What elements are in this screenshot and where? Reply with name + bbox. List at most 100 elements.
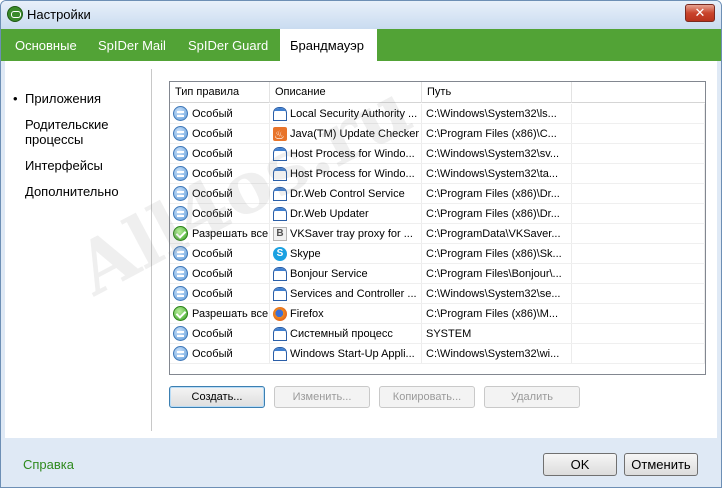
settings-window: Настройки ✕ Основные SpIDer Mail SpIDer …	[0, 0, 722, 488]
nav-item-advanced[interactable]: Дополнительно	[13, 184, 153, 199]
table-row[interactable]: custom-rule-icon Особый Windows Start-Up A…	[170, 344, 705, 364]
nav-item-parent-processes[interactable]: Родительские процессы	[13, 117, 123, 147]
custom-rule-icon: custom-rule-icon	[173, 286, 188, 301]
path-cell: C:\Windows\System32\se...	[422, 284, 572, 304]
path-cell: SYSTEM	[422, 324, 572, 344]
table-row[interactable]: custom-rule-icon Особый Services and Contr…	[170, 284, 705, 304]
tab-spider-mail[interactable]: SpIDer Mail	[92, 29, 172, 61]
description-cell: Java(TM) Update Checker	[270, 124, 422, 144]
column-header-rule-type[interactable]: Тип правила	[170, 82, 270, 103]
custom-rule-icon: custom-rule-icon	[173, 346, 188, 361]
rule-type-cell: custom-rule-icon Особый	[170, 344, 270, 364]
tab-spider-guard[interactable]: SpIDer Guard	[182, 29, 274, 61]
row-divider	[170, 363, 705, 364]
help-link[interactable]: Справка	[23, 457, 74, 472]
spacer-cell	[572, 324, 705, 344]
path-cell: C:\Program Files (x86)\M...	[422, 304, 572, 324]
spacer-cell	[572, 244, 705, 264]
table-row[interactable]: custom-rule-icon Особый Bonjour Service C:\…	[170, 264, 705, 284]
cancel-button[interactable]: Отменить	[624, 453, 698, 476]
path-cell: C:\ProgramData\VKSaver...	[422, 224, 572, 244]
window-icon	[273, 147, 287, 161]
tab-firewall[interactable]: Брандмауэр	[280, 29, 377, 61]
description-label: Dr.Web Updater	[290, 208, 369, 220]
title-bar[interactable]: Настройки ✕	[1, 1, 721, 29]
rule-type-label: Особый	[192, 168, 233, 180]
tab-bar: Основные SpIDer Mail SpIDer Guard Брандм…	[1, 29, 721, 61]
description-cell: Bonjour Service	[270, 264, 422, 284]
custom-rule-icon: custom-rule-icon	[173, 326, 188, 341]
path-cell: C:\Program Files (x86)\Dr...	[422, 184, 572, 204]
ok-button[interactable]: OK	[543, 453, 617, 476]
rule-type-cell: custom-rule-icon Особый	[170, 204, 270, 224]
spacer-cell	[572, 184, 705, 204]
custom-rule-icon: custom-rule-icon	[173, 266, 188, 281]
window-icon	[273, 107, 287, 121]
spacer-cell	[572, 344, 705, 364]
window-icon	[273, 347, 287, 361]
edit-button[interactable]: Изменить...	[274, 386, 370, 408]
rule-type-label: Разрешать все	[192, 228, 269, 240]
rule-type-label: Особый	[192, 148, 233, 160]
tab-general[interactable]: Основные	[9, 29, 83, 61]
close-button[interactable]: ✕	[685, 4, 715, 22]
column-header-path[interactable]: Путь	[422, 82, 572, 103]
rule-type-cell: allow-rule-icon Разрешать все	[170, 304, 270, 324]
nav-divider	[151, 69, 152, 431]
description-label: Host Process for Windo...	[290, 168, 415, 180]
description-cell: B VKSaver tray proxy for ...	[270, 224, 422, 244]
firefox-icon	[273, 307, 287, 321]
table-row[interactable]: allow-rule-iconРазрешать всеBVKSaver tra…	[170, 224, 705, 244]
window-title: Настройки	[27, 7, 91, 22]
description-cell: S Skype	[270, 244, 422, 264]
spacer-cell	[572, 304, 705, 324]
rule-type-label: Особый	[192, 348, 233, 360]
copy-button[interactable]: Копировать...	[379, 386, 475, 408]
custom-rule-icon: custom-rule-icon	[173, 106, 188, 121]
description-cell: Local Security Authority ...	[270, 104, 422, 124]
delete-button[interactable]: Удалить	[484, 386, 580, 408]
description-label: Skype	[290, 248, 321, 260]
nav-item-interfaces[interactable]: Интерфейсы	[13, 158, 153, 173]
description-cell: Dr.Web Control Service	[270, 184, 422, 204]
description-label: Local Security Authority ...	[290, 108, 418, 120]
rule-type-cell: custom-rule-icon Особый	[170, 164, 270, 184]
rule-type-cell: custom-rule-icon Особый	[170, 284, 270, 304]
table-row[interactable]: custom-rule-icon Особый Host Process for W…	[170, 144, 705, 164]
table-row[interactable]: custom-rule-icon Особый Dr.Web Updater C:\P…	[170, 204, 705, 224]
rule-type-label: Особый	[192, 268, 233, 280]
spacer-cell	[572, 224, 705, 244]
custom-rule-icon: custom-rule-icon	[173, 126, 188, 141]
description-cell: Системный процесс	[270, 324, 422, 344]
table-row[interactable]: allow-rule-icon Разрешать все Firefox C:\Pr…	[170, 304, 705, 324]
table-row[interactable]: custom-rule-icon Особый Системный процесс S…	[170, 324, 705, 344]
table-header: Тип правила Описание Путь	[170, 82, 705, 103]
rule-type-label: Разрешать все	[192, 308, 269, 320]
table-row[interactable]: custom-rule-icon Особый Java(TM) Update Ch…	[170, 124, 705, 144]
path-cell: C:\Program Files (x86)\Dr...	[422, 204, 572, 224]
rule-type-cell: custom-rule-icon Особый	[170, 264, 270, 284]
table-row[interactable]: custom-rule-icon Особый Dr.Web Control Ser…	[170, 184, 705, 204]
rule-type-label: Особый	[192, 188, 233, 200]
custom-rule-icon: custom-rule-icon	[173, 186, 188, 201]
spacer-cell	[572, 204, 705, 224]
table-row[interactable]: custom-rule-icon Особый Local Security Aut…	[170, 104, 705, 124]
firewall-nav: Приложения Родительские процессы Интерфе…	[13, 91, 153, 210]
rules-table: Тип правила Описание Путь custom-rule-ic…	[169, 81, 706, 375]
footer: Справка OK Отменить	[1, 438, 721, 487]
table-row[interactable]: custom-rule-iconОсобыйSSkypeC:\Program F…	[170, 244, 705, 264]
rule-type-label: Особый	[192, 128, 233, 140]
column-header-description[interactable]: Описание	[270, 82, 422, 103]
table-row[interactable]: custom-rule-icon Особый Host Process for W…	[170, 164, 705, 184]
description-cell: Dr.Web Updater	[270, 204, 422, 224]
description-label: Bonjour Service	[290, 268, 368, 280]
path-cell: C:\Windows\System32\ta...	[422, 164, 572, 184]
path-cell: C:\Program Files (x86)\Sk...	[422, 244, 572, 264]
description-label: Системный процесс	[290, 328, 393, 340]
description-label: Host Process for Windo...	[290, 148, 415, 160]
create-button[interactable]: Создать...	[169, 386, 265, 408]
rule-type-cell: allow-rule-icon Разрешать все	[170, 224, 270, 244]
nav-item-applications[interactable]: Приложения	[13, 91, 153, 106]
description-cell: Windows Start-Up Appli...	[270, 344, 422, 364]
drweb-spider-icon	[7, 6, 23, 22]
